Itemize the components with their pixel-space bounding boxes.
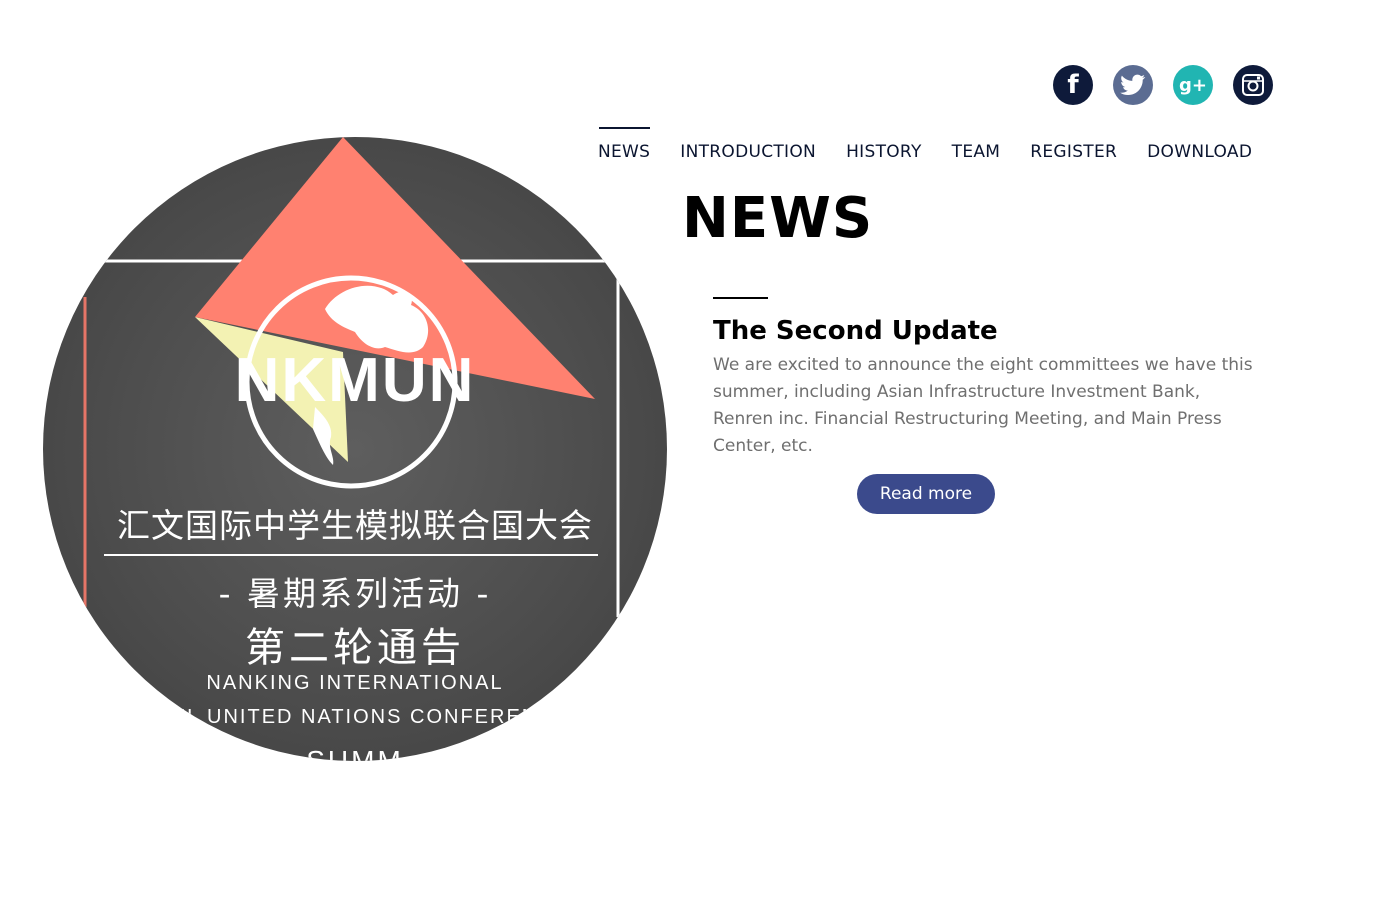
google-plus-icon[interactable]: g+ — [1173, 65, 1213, 105]
section-title: NEWS — [682, 186, 874, 251]
nav-item-download[interactable]: DOWNLOAD — [1147, 127, 1252, 162]
nav-item-register[interactable]: REGISTER — [1030, 127, 1117, 162]
twitter-icon[interactable] — [1113, 65, 1153, 105]
poster-english-line-1: NANKING INTERNATIONAL — [206, 672, 504, 694]
news-article: The Second Update We are excited to anno… — [713, 297, 1273, 460]
poster-english-line-3: SUMM — [306, 745, 404, 761]
poster-chinese-notice: 第二轮通告 — [245, 625, 465, 671]
nav-item-team[interactable]: TEAM — [952, 127, 1001, 162]
poster-chinese-title: 汇文国际中学生模拟联合国大会 — [117, 506, 593, 545]
facebook-glyph: f — [1067, 70, 1079, 100]
social-links: f g+ — [1053, 65, 1273, 105]
nav-item-history[interactable]: HISTORY — [846, 127, 922, 162]
page: f g+ NEWS INTRODUCTION HISTORY TEAM REGI… — [0, 0, 1400, 900]
instagram-icon[interactable] — [1233, 65, 1273, 105]
article-headline: The Second Update — [713, 316, 998, 346]
facebook-icon[interactable]: f — [1053, 65, 1093, 105]
headline-rule — [713, 297, 768, 299]
google-plus-glyph: g+ — [1179, 74, 1207, 96]
poster-chinese-subtitle: - 暑期系列活动 - — [218, 574, 492, 613]
twitter-bird-icon — [1120, 74, 1146, 95]
read-more-button[interactable]: Read more — [857, 474, 995, 514]
poster-logo-text: NKMUN — [234, 346, 476, 415]
main-nav: NEWS INTRODUCTION HISTORY TEAM REGISTER … — [598, 127, 1252, 162]
camera-icon — [1242, 74, 1264, 96]
poster-english-line-2: EL UNITED NATIONS CONFEREN — [171, 706, 539, 728]
hero-poster-image: NKMUN 汇文国际中学生模拟联合国大会 - 暑期系列活动 - 第二轮通告 NA… — [43, 137, 667, 761]
article-body: We are excited to announce the eight com… — [713, 355, 1253, 456]
nav-item-introduction[interactable]: INTRODUCTION — [680, 127, 816, 162]
